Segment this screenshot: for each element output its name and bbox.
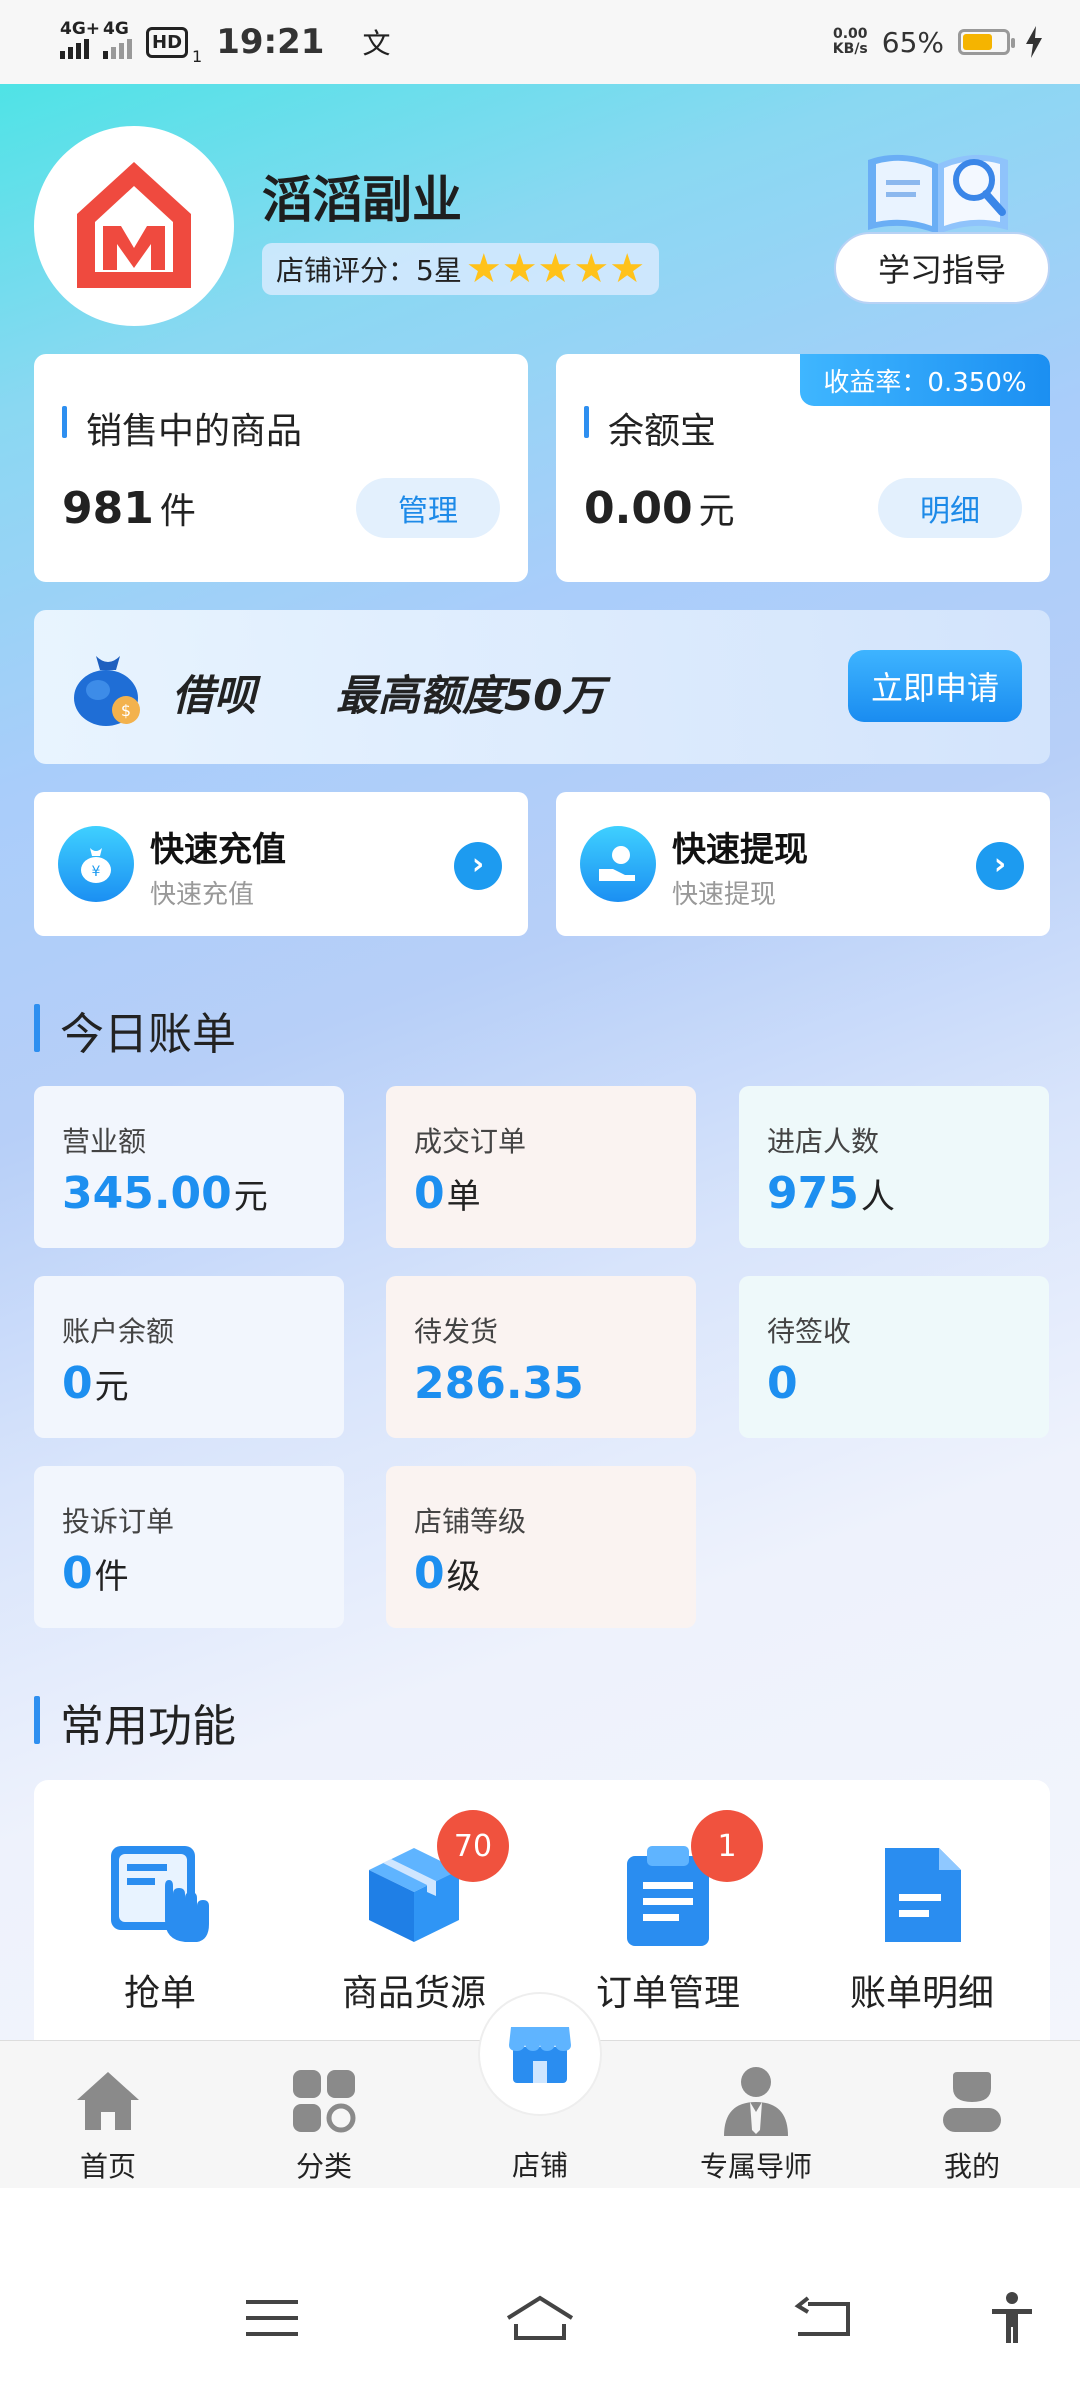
yuebao-balance: 0.00 元: [584, 483, 735, 534]
details-button[interactable]: 明细: [878, 478, 1022, 538]
quick-recharge-card[interactable]: ¥ 快速充值 快速充值 ›: [34, 792, 528, 936]
hd-voice-icon: HD: [146, 26, 189, 58]
yuebao-card-title: 余额宝: [584, 402, 716, 454]
yield-rate-tag: 收益率：0.350%: [800, 354, 1050, 406]
star-icon: ★: [501, 246, 538, 292]
chevron-right-icon: ›: [976, 842, 1024, 890]
network-speed: 0.00 KB/s: [832, 26, 868, 57]
text-input-icon: 文: [362, 27, 391, 60]
nav-me[interactable]: 我的: [882, 2061, 1062, 2185]
quick-withdraw-title: 快速提现: [672, 830, 808, 870]
quick-recharge-subtitle: 快速充值: [150, 880, 255, 910]
svg-text:¥: ¥: [92, 864, 101, 880]
func-product-source[interactable]: 70 商品货源: [314, 1810, 514, 2016]
quick-withdraw-subtitle: 快速提现: [672, 880, 777, 910]
rating-text: 店铺评分：5星: [276, 254, 462, 287]
shop-rating: 店铺评分：5星 ★★★★★: [262, 243, 660, 295]
battery-icon: [958, 29, 1015, 55]
shop-name: 滔滔副业: [262, 171, 462, 229]
product-source-badge: 70: [437, 1810, 509, 1882]
nav-home[interactable]: 首页: [18, 2061, 198, 2185]
stat-account-balance: 账户余额 0元: [34, 1276, 344, 1438]
accessibility-icon[interactable]: [972, 2288, 1052, 2348]
signal-icon-2: 4G: [103, 19, 132, 59]
store-icon: [509, 2027, 571, 2083]
mentor-icon: [724, 2067, 788, 2136]
battery-percent: 65%: [881, 25, 944, 59]
svg-text:$: $: [121, 701, 131, 720]
status-bar: 4G+ 4G HD 1 19:21 文 0.00 KB/s 65%: [0, 0, 1080, 84]
func-grab-order[interactable]: 抢单: [60, 1840, 260, 2016]
chevron-right-icon: ›: [454, 842, 502, 890]
nav-store[interactable]: [480, 1994, 600, 2114]
stat-orders: 成交订单 0单: [386, 1086, 696, 1248]
loan-banner[interactable]: $ 借呗 最高额度50万 立即申请: [34, 610, 1050, 764]
system-navigation-bar: [0, 2188, 1080, 2400]
signal-icon-1: 4G+: [60, 19, 100, 59]
stat-visitors: 进店人数 975人: [739, 1086, 1049, 1248]
user-icon: [943, 2072, 1001, 2132]
open-book-magnifier-icon: [868, 154, 1008, 234]
money-bag-icon: ¥: [58, 826, 134, 902]
home-nav-icon[interactable]: [500, 2288, 580, 2348]
star-icon: ★: [573, 246, 610, 292]
rating-stars: ★★★★★: [466, 249, 645, 289]
category-grid-icon: [293, 2070, 356, 2133]
quick-recharge-title: 快速充值: [150, 830, 286, 870]
home-icon: [77, 2072, 139, 2130]
today-bill-title: 今日账单: [34, 998, 236, 1062]
status-time: 19:21: [216, 22, 325, 62]
yuebao-card: 收益率：0.350% 余额宝 0.00 元 明细: [556, 354, 1050, 582]
selling-products-card: 销售中的商品 981 件 管理: [34, 354, 528, 582]
stat-complaints: 投诉订单 0件: [34, 1466, 344, 1628]
stat-shop-level: 店铺等级 0级: [386, 1466, 696, 1628]
hand-coin-icon: [580, 826, 656, 902]
loan-name: 借呗: [172, 671, 257, 720]
order-management-badge: 1: [691, 1810, 763, 1882]
grab-order-icon: [111, 1846, 209, 1942]
func-order-management[interactable]: 1 订单管理: [568, 1810, 768, 2016]
func-bill-details[interactable]: 账单明细: [822, 1840, 1022, 2016]
charging-icon: [1026, 26, 1042, 58]
money-bag-icon: $: [74, 656, 140, 726]
nav-mentor[interactable]: 专属导师: [666, 2061, 846, 2185]
back-icon[interactable]: [784, 2288, 864, 2348]
star-icon: ★: [465, 246, 502, 292]
manage-button[interactable]: 管理: [356, 478, 500, 538]
star-icon: ★: [537, 246, 574, 292]
common-functions-title: 常用功能: [34, 1690, 236, 1754]
star-icon: ★: [609, 246, 646, 292]
loan-description: 最高额度50万: [336, 671, 605, 720]
selling-count: 981 件: [62, 483, 196, 534]
stat-pending-receipt: 待签收 0: [739, 1276, 1049, 1438]
nav-store-label[interactable]: 店铺: [450, 2144, 630, 2184]
apply-now-button[interactable]: 立即申请: [848, 650, 1022, 722]
stat-revenue: 营业额 345.00元: [34, 1086, 344, 1248]
quick-withdraw-card[interactable]: 快速提现 快速提现 ›: [556, 792, 1050, 936]
stat-pending-shipment: 待发货 286.35: [386, 1276, 696, 1438]
study-guide-button[interactable]: 学习指导: [834, 232, 1050, 304]
hd-sub: 1: [192, 47, 203, 66]
nav-category[interactable]: 分类: [234, 2061, 414, 2185]
shop-logo[interactable]: [34, 126, 234, 326]
selling-card-title: 销售中的商品: [62, 402, 302, 454]
document-icon: [885, 1848, 961, 1942]
menu-icon[interactable]: [232, 2288, 312, 2348]
shop-house-m-logo-icon: [77, 162, 191, 288]
